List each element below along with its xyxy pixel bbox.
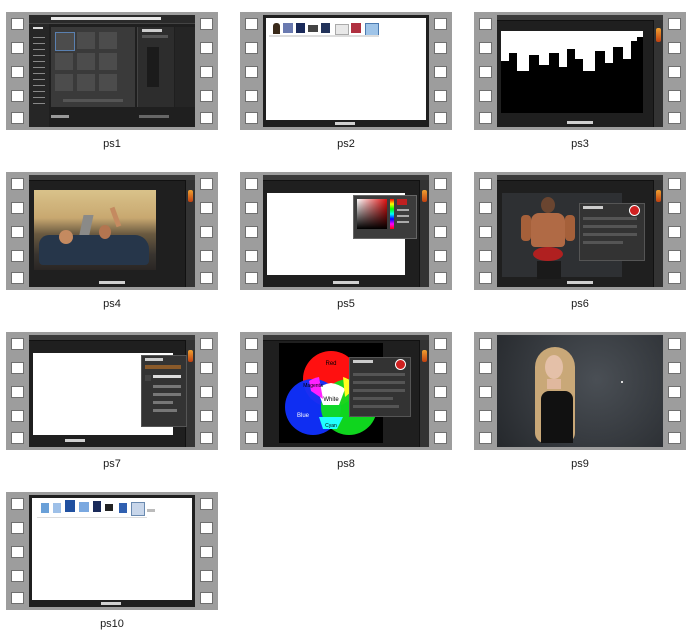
thumbnail-caption: ps4	[103, 298, 121, 310]
film-thumbnail: Red Magenta White Blue Cyan	[240, 332, 452, 450]
film-thumbnail	[474, 12, 686, 130]
venn-label-magenta: Magenta	[303, 383, 323, 389]
thumbnail-ps5[interactable]: ps5	[240, 172, 452, 322]
thumbnail-ps9[interactable]: ps9	[474, 332, 686, 482]
venn-label-blue: Blue	[297, 413, 310, 419]
film-thumbnail	[6, 332, 218, 450]
film-thumbnail	[240, 172, 452, 290]
thumbnail-caption: ps2	[337, 138, 355, 150]
screenshot-preview: Red Magenta White Blue Cyan	[263, 335, 429, 447]
film-thumbnail	[6, 172, 218, 290]
screenshot-preview	[29, 495, 195, 607]
thumbnail-caption: ps9	[571, 458, 589, 470]
screenshot-preview	[263, 15, 429, 127]
screenshot-preview	[29, 175, 195, 287]
screenshot-preview	[497, 15, 663, 127]
thumbnail-ps3[interactable]: ps3	[474, 12, 686, 162]
thumbnail-ps10[interactable]: ps10	[6, 492, 218, 642]
screenshot-preview	[263, 175, 429, 287]
film-thumbnail	[474, 332, 686, 450]
screenshot-preview	[497, 335, 663, 447]
thumbnail-caption: ps5	[337, 298, 355, 310]
venn-label-white: White	[323, 397, 339, 403]
screenshot-preview	[497, 175, 663, 287]
thumbnail-ps7[interactable]: ps7	[6, 332, 218, 482]
thumbnail-ps1[interactable]: ps1	[6, 12, 218, 162]
thumbnail-caption: ps1	[103, 138, 121, 150]
film-thumbnail	[240, 12, 452, 130]
venn-label-red: Red	[325, 361, 336, 367]
thumbnail-caption: ps7	[103, 458, 121, 470]
thumbnail-caption: ps10	[100, 618, 124, 630]
film-thumbnail	[6, 492, 218, 610]
film-thumbnail	[474, 172, 686, 290]
thumbnail-ps4[interactable]: ps4	[6, 172, 218, 322]
thumbnail-ps6[interactable]: ps6	[474, 172, 686, 322]
screenshot-preview	[29, 335, 195, 447]
venn-label-cyan: Cyan	[325, 423, 337, 429]
screenshot-preview	[29, 15, 195, 127]
thumbnail-ps2[interactable]: ps2	[240, 12, 452, 162]
film-thumbnail	[6, 12, 218, 130]
thumbnail-caption: ps3	[571, 138, 589, 150]
thumbnail-ps8[interactable]: Red Magenta White Blue Cyan ps8	[240, 332, 452, 482]
thumbnail-caption: ps8	[337, 458, 355, 470]
thumbnail-caption: ps6	[571, 298, 589, 310]
